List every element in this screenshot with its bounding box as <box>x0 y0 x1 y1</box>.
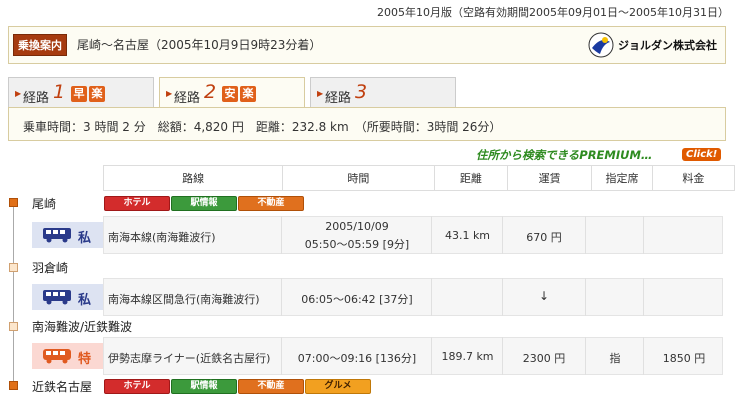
hotel-button[interactable]: ホテル <box>104 196 170 211</box>
route-table: 路線 時間 距離 運賃 指定席 料金 <box>102 165 735 191</box>
hotel-button[interactable]: ホテル <box>104 379 170 394</box>
col-header-distance: 距離 <box>433 165 509 191</box>
divider <box>585 337 586 375</box>
station-name[interactable]: 羽倉崎 <box>32 259 68 276</box>
gourmet-button[interactable]: グルメ <box>305 379 371 394</box>
route-line <box>13 203 14 383</box>
seat-charge: 1850 円 <box>662 352 706 365</box>
divider <box>431 337 432 375</box>
col-header-line: 路線 <box>102 165 284 191</box>
badge-fast: 早 <box>71 86 87 102</box>
type-label: 私 <box>78 231 92 246</box>
tab-label: 経路 <box>174 91 201 106</box>
tab-label: 経路 <box>23 91 50 106</box>
fare-continue-arrow: ↓ <box>538 289 550 303</box>
col-header-time: 時間 <box>282 165 435 191</box>
distance: 189.7 km <box>441 350 494 363</box>
station-marker <box>9 381 18 390</box>
tab-route-1[interactable]: ▶ 経路 1 早 楽 <box>8 77 154 108</box>
line-name[interactable]: 南海本線区間急行(南海難波行) <box>108 291 260 307</box>
edition-note: 2005年10月版（空路有効期間2005年09月01日～2005年10月31日） <box>377 6 729 19</box>
time-range: 05:50～05:59 [9分] <box>304 238 410 251</box>
tab-number: 1 <box>53 81 66 103</box>
summary-text: 乗車時間：3 時間 2 分 総額：4,820 円 距離：232.8 km （所要… <box>23 120 502 134</box>
divider <box>431 216 432 254</box>
station-name[interactable]: 南海難波/近鉄難波 <box>32 318 132 335</box>
station-name[interactable]: 尾崎 <box>32 195 56 212</box>
transfer-guide-tag: 乗換案内 <box>13 34 67 56</box>
table-header-row: 路線 時間 距離 運賃 指定席 料金 <box>102 165 735 191</box>
type-label: 私 <box>78 293 92 308</box>
departure-date: 2005/10/09 <box>325 220 389 233</box>
divider <box>643 278 644 316</box>
reserved-seat: 指 <box>609 352 621 365</box>
divider <box>643 216 644 254</box>
tab-number: 2 <box>204 81 217 103</box>
distance: 43.1 km <box>444 229 491 242</box>
real-estate-button[interactable]: 不動産 <box>238 196 304 211</box>
divider <box>281 216 282 254</box>
time-range: 06:05～06:42 [37分] <box>301 293 413 306</box>
header-bar: 乗換案内 尾崎～名古屋（2005年10月9日9時23分着） ジョルダン株式会社 <box>8 26 726 64</box>
type-label: 特 <box>78 352 92 367</box>
fare: 670 円 <box>526 231 562 244</box>
private-railway-badge: 私 <box>32 222 104 248</box>
private-railway-badge: 私 <box>32 284 104 310</box>
tab-label: 経路 <box>325 91 352 106</box>
station-info-button[interactable]: 駅情報 <box>171 379 237 394</box>
divider <box>431 278 432 316</box>
fare: 2300 円 <box>522 352 566 365</box>
divider <box>281 278 282 316</box>
premium-banner-text[interactable]: 住所から検索できるPREMIUM… <box>476 147 652 163</box>
jorudan-logo-icon <box>588 32 614 58</box>
logo-text: ジョルダン株式会社 <box>618 39 717 52</box>
triangle-right-icon: ▶ <box>317 89 324 98</box>
page-title: 尾崎～名古屋（2005年10月9日9時23分着） <box>77 38 322 52</box>
badge-cheap: 安 <box>222 86 238 102</box>
divider <box>585 216 586 254</box>
time-range: 07:00～09:16 [136分] <box>297 352 417 365</box>
company-logo[interactable]: ジョルダン株式会社 <box>588 32 717 58</box>
line-name[interactable]: 南海本線(南海難波行) <box>108 229 216 245</box>
tab-route-3[interactable]: ▶ 経路 3 <box>310 77 456 108</box>
station-name[interactable]: 近鉄名古屋 <box>32 378 92 395</box>
bus-icon <box>43 290 71 305</box>
premium-click-button[interactable]: Click! <box>682 148 722 161</box>
triangle-right-icon: ▶ <box>166 89 173 98</box>
divider <box>502 216 503 254</box>
col-header-charge: 料金 <box>651 165 735 191</box>
station-marker <box>9 198 18 207</box>
station-marker <box>9 322 18 331</box>
col-header-reserved: 指定席 <box>591 165 653 191</box>
line-name[interactable]: 伊勢志摩ライナー(近鉄名古屋行) <box>108 350 270 366</box>
tab-number: 3 <box>355 81 368 103</box>
tab-route-2[interactable]: ▶ 経路 2 安 楽 <box>159 77 305 109</box>
triangle-right-icon: ▶ <box>15 89 22 98</box>
real-estate-button[interactable]: 不動産 <box>238 379 304 394</box>
train-icon <box>43 349 71 364</box>
bus-icon <box>43 228 71 243</box>
divider <box>502 278 503 316</box>
divider <box>643 337 644 375</box>
badge-easy: 楽 <box>240 86 256 102</box>
station-info-button[interactable]: 駅情報 <box>171 196 237 211</box>
col-header-fare: 運賃 <box>507 165 593 191</box>
route-summary: 乗車時間：3 時間 2 分 総額：4,820 円 距離：232.8 km （所要… <box>8 107 726 141</box>
station-marker <box>9 263 18 272</box>
divider <box>502 337 503 375</box>
divider <box>281 337 282 375</box>
divider <box>585 278 586 316</box>
badge-easy: 楽 <box>89 86 105 102</box>
limited-express-badge: 特 <box>32 343 104 369</box>
